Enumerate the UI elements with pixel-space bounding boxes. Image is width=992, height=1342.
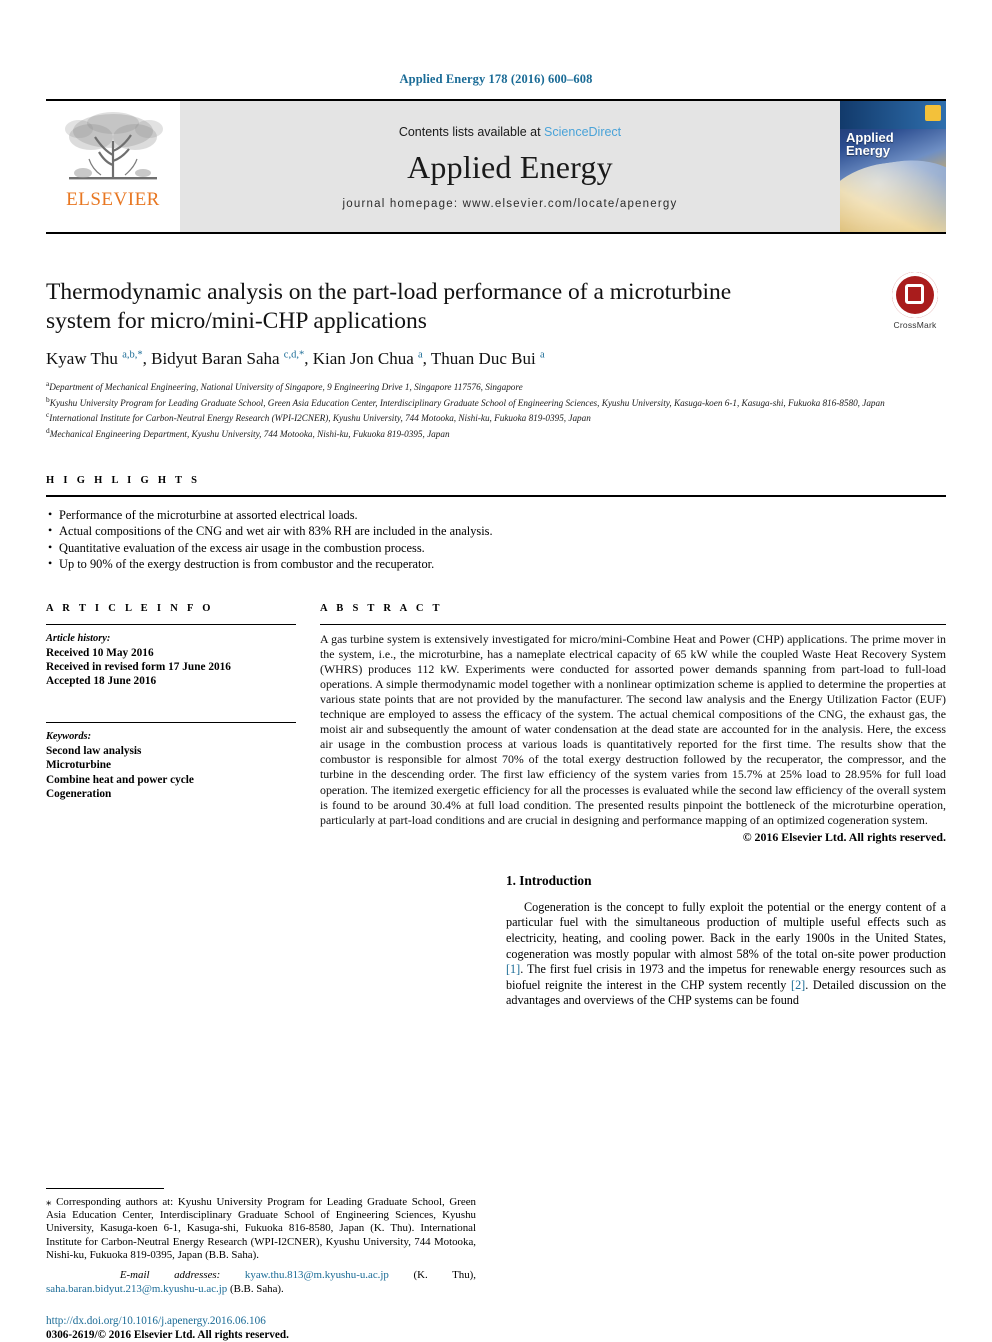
article-history-received: Received 10 May 2016 <box>46 646 154 659</box>
corresponding-author-note: ⁎ Corresponding authors at: Kyushu Unive… <box>46 1196 476 1262</box>
body-columns: ⁎ Corresponding authors at: Kyushu Unive… <box>46 873 946 1342</box>
info-abstract-row: A R T I C L E I N F O Article history: R… <box>46 603 946 845</box>
crossmark-label: CrossMark <box>893 320 937 330</box>
journal-band: Contents lists available at ScienceDirec… <box>180 101 840 232</box>
email-link-saha[interactable]: saha.baran.bidyut.213@m.kyushu-u.ac.jp <box>46 1283 227 1295</box>
issn-copyright-line: 0306-2619/© 2016 Elsevier Ltd. All right… <box>46 1328 289 1341</box>
email-owner-thu: (K. Thu), <box>388 1269 477 1282</box>
journal-masthead: ELSEVIER Contents lists available at Sci… <box>46 99 946 234</box>
abstract-text: A gas turbine system is extensively inve… <box>320 631 946 827</box>
journal-homepage-link[interactable]: journal homepage: www.elsevier.com/locat… <box>343 198 678 210</box>
elsevier-logo: ELSEVIER <box>46 101 180 232</box>
list-item: Quantitative evaluation of the excess ai… <box>46 539 946 557</box>
corresponding-text: Corresponding authors at: Kyushu Univers… <box>46 1195 476 1262</box>
contents-available-line: Contents lists available at ScienceDirec… <box>399 125 621 139</box>
keywords-divider <box>46 722 296 724</box>
keyword-item: Second law analysis <box>46 745 142 758</box>
list-item: Up to 90% of the exergy destruction is f… <box>46 555 946 573</box>
author-list: Kyaw Thu a,b,*, Bidyut Baran Saha c,d,*,… <box>46 349 545 368</box>
email-link-thu[interactable]: kyaw.thu.813@m.kyushu-u.ac.jp <box>245 1269 389 1281</box>
doi-block: http://dx.doi.org/10.1016/j.apenergy.201… <box>46 1314 476 1342</box>
affiliation-c: cInternational Institute for Carbon-Neut… <box>46 409 946 425</box>
affiliation-text-a: Department of Mechanical Engineering, Na… <box>49 382 523 393</box>
abstract-copyright: © 2016 Elsevier Ltd. All rights reserved… <box>742 829 946 844</box>
journal-title: Applied Energy <box>407 149 613 185</box>
cover-artwork <box>840 152 946 232</box>
article-page: Applied Energy 178 (2016) 600–608 ELSEVI… <box>0 0 992 1341</box>
sciencedirect-link[interactable]: ScienceDirect <box>544 125 621 139</box>
running-head: Applied Energy 178 (2016) 600–608 <box>399 72 593 86</box>
cover-badge-icon <box>925 105 941 121</box>
contents-prefix: Contents lists available at <box>398 125 545 139</box>
introduction-heading: 1. Introduction <box>506 872 592 888</box>
page-title: Thermodynamic analysis on the part-load … <box>46 279 732 334</box>
keyword-item: Combine heat and power cycle <box>46 773 194 786</box>
elsevier-tree-icon <box>65 112 163 180</box>
intro-text-part1: Cogeneration is the concept to fully exp… <box>506 899 946 961</box>
keywords-label: Keywords: <box>46 731 92 743</box>
title-block: CrossMark Thermodynamic analysis on the … <box>46 272 946 441</box>
keywords-block: Keywords: Second law analysis Microturbi… <box>46 722 296 801</box>
highlights-section: H I G H L I G H T S Performance of the m… <box>46 475 946 573</box>
affiliation-text-b: Kyushu University Program for Leading Gr… <box>49 397 885 408</box>
affiliation-d: dMechanical Engineering Department, Kyus… <box>46 425 946 441</box>
affiliation-a: aDepartment of Mechanical Engineering, N… <box>46 378 946 394</box>
left-column: ⁎ Corresponding authors at: Kyushu Unive… <box>46 873 476 1342</box>
article-info-divider <box>46 623 296 625</box>
cover-title-line2: Energy <box>846 143 891 158</box>
right-column: 1. Introduction Cogeneration is the conc… <box>506 873 946 1342</box>
list-item: Performance of the microturbine at assor… <box>46 506 946 524</box>
elsevier-wordmark: ELSEVIER <box>66 189 160 210</box>
abstract-heading: A B S T R A C T <box>320 602 443 614</box>
cover-title: Applied Energy <box>846 131 894 157</box>
email-note: E-mail addresses: kyaw.thu.813@m.kyushu-… <box>46 1269 476 1296</box>
journal-cover-image: Applied Energy <box>840 101 946 232</box>
abstract-section: A B S T R A C T A gas turbine system is … <box>320 603 946 845</box>
abstract-divider <box>320 623 946 625</box>
footnote-divider <box>46 1187 164 1189</box>
introduction-paragraph: Cogeneration is the concept to fully exp… <box>506 900 946 1009</box>
highlights-list: Performance of the microturbine at assor… <box>46 506 946 573</box>
article-info-heading: A R T I C L E I N F O <box>46 602 214 614</box>
crossmark-icon <box>892 272 938 318</box>
doi-link[interactable]: http://dx.doi.org/10.1016/j.apenergy.201… <box>46 1314 476 1328</box>
affiliation-b: bKyushu University Program for Leading G… <box>46 394 946 410</box>
affiliation-list: aDepartment of Mechanical Engineering, N… <box>46 378 946 441</box>
highlights-heading: H I G H L I G H T S <box>46 474 201 486</box>
reference-link-2[interactable]: [2] <box>791 978 805 992</box>
column-spacer <box>46 873 476 1188</box>
keyword-item: Cogeneration <box>46 787 112 800</box>
email-owner-saha: (B.B. Saha). <box>227 1282 284 1295</box>
email-label: E-mail addresses: <box>119 1269 221 1282</box>
list-item: Actual compositions of the CNG and wet a… <box>46 522 946 540</box>
affiliation-text-c: International Institute for Carbon-Neutr… <box>49 413 591 424</box>
keyword-item: Microturbine <box>46 759 112 772</box>
article-history-accepted: Accepted 18 June 2016 <box>46 675 157 688</box>
article-history-revised: Received in revised form 17 June 2016 <box>46 660 231 673</box>
crossmark-badge[interactable]: CrossMark <box>884 272 946 330</box>
article-history-label: Article history: <box>46 632 111 644</box>
article-info-section: A R T I C L E I N F O Article history: R… <box>46 603 296 845</box>
highlights-divider <box>46 494 946 497</box>
affiliation-text-d: Mechanical Engineering Department, Kyush… <box>49 429 450 440</box>
reference-link-1[interactable]: [1] <box>506 962 520 976</box>
